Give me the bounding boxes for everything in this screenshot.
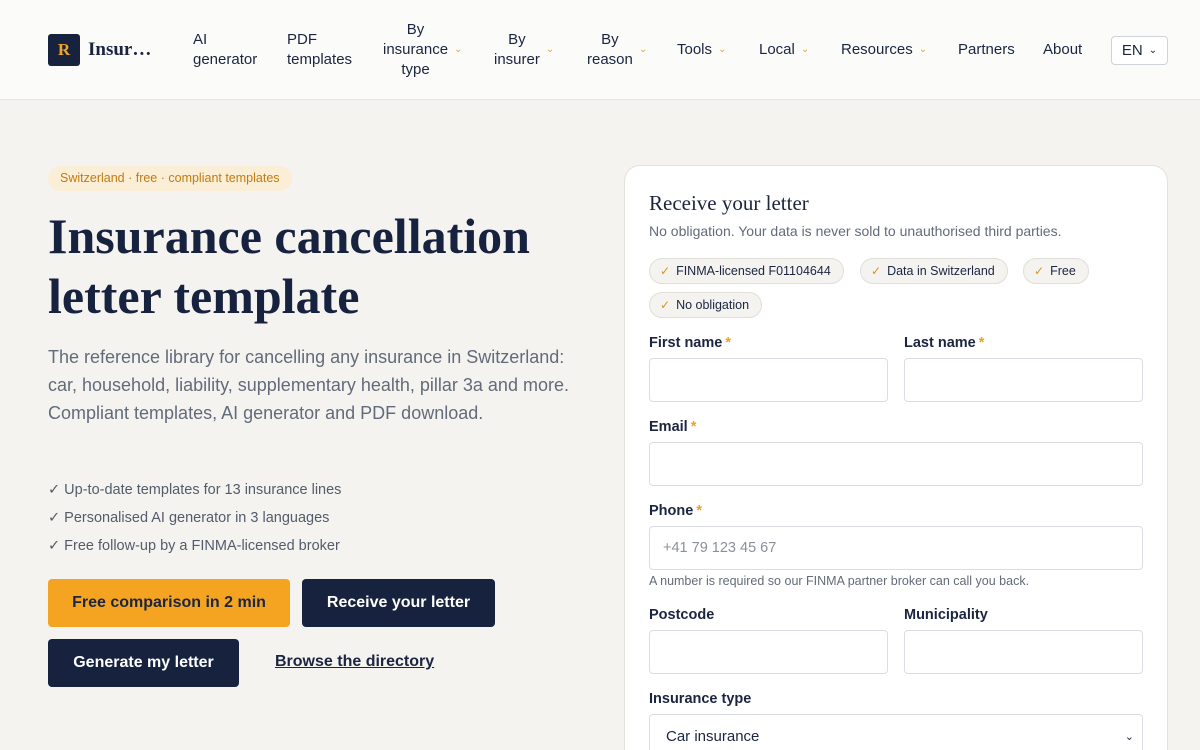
- chip-label: FINMA-licensed F01104644: [676, 264, 831, 278]
- logo-text: Insurance: [88, 39, 160, 60]
- language-select[interactable]: EN ⌄: [1111, 36, 1168, 65]
- nav-ai-generator[interactable]: AI generator: [193, 30, 257, 70]
- nav-label: By reason: [587, 31, 633, 68]
- insurance-type-label: Insurance type: [649, 691, 751, 707]
- chip-label: Free: [1050, 264, 1076, 278]
- email-label: Email *: [649, 419, 696, 435]
- nav-by-reason[interactable]: By reason ⌄: [587, 30, 647, 70]
- first-name-input[interactable]: [649, 358, 888, 402]
- postcode-input[interactable]: [649, 630, 888, 674]
- feature-item: ✓ Up-to-date templates for 13 insurance …: [48, 482, 342, 498]
- free-comparison-button[interactable]: Free comparison in 2 min: [48, 579, 290, 627]
- nav-label: Tools: [677, 41, 713, 58]
- browse-directory-link[interactable]: Browse the directory: [275, 653, 434, 671]
- phone-label: Phone *: [649, 503, 702, 519]
- nav-about[interactable]: About: [1043, 40, 1082, 60]
- hero-description: The reference library for cancelling any…: [48, 347, 569, 423]
- last-name-input[interactable]: [904, 358, 1143, 402]
- first-name-label: First name *: [649, 335, 731, 351]
- check-icon: ✓: [660, 264, 671, 278]
- label-text: First name: [649, 335, 723, 351]
- generate-letter-button[interactable]: Generate my letter: [48, 639, 239, 687]
- nav-label: By insurer: [494, 31, 540, 68]
- label-text: Postcode: [649, 607, 715, 623]
- receive-letter-button[interactable]: Receive your letter: [302, 579, 495, 627]
- label-text: Phone: [649, 503, 694, 519]
- chevron-down-icon: ⌄: [1148, 45, 1158, 56]
- check-icon: ✓: [871, 264, 882, 278]
- nav-tools[interactable]: Tools ⌄: [677, 40, 726, 60]
- logo-mark: R: [48, 34, 80, 66]
- postcode-label: Postcode: [649, 607, 714, 623]
- check-icon: ✓: [1034, 264, 1045, 278]
- page-title: Insurance cancellation letter template: [48, 208, 530, 324]
- nav-partners[interactable]: Partners: [958, 40, 1015, 60]
- check-icon: ✓: [660, 298, 671, 312]
- nav-by-insurance-type[interactable]: By insurance type ⌄: [383, 20, 462, 80]
- chevron-down-icon: ⌄: [638, 44, 648, 55]
- label-text: Last name: [904, 335, 976, 351]
- trust-chip: ✓ FINMA-licensed F01104644: [649, 258, 844, 284]
- hero-tag: Switzerland · free · compliant templates: [48, 166, 292, 191]
- label-text: Municipality: [904, 607, 988, 623]
- trust-chip: ✓ Free: [1023, 258, 1089, 284]
- nav-label: Resources: [841, 41, 913, 58]
- site-header: R Insurance AI generator PDF templates B…: [0, 0, 1200, 100]
- nav-label: Local: [759, 41, 795, 58]
- required-mark: *: [696, 503, 702, 519]
- required-mark: *: [725, 335, 731, 351]
- chevron-down-icon: ⌄: [1124, 730, 1134, 743]
- insurance-type-select[interactable]: Car insurance ⌄: [649, 714, 1143, 750]
- municipality-label: Municipality: [904, 607, 988, 623]
- chevron-down-icon: ⌄: [545, 44, 555, 55]
- language-value: EN: [1121, 42, 1143, 59]
- label-text: Email: [649, 419, 688, 435]
- required-mark: *: [978, 335, 985, 351]
- label-text: Insurance type: [649, 691, 752, 707]
- trust-chip: ✓ Data in Switzerland: [860, 258, 1008, 284]
- nav-label: PDF templates: [287, 31, 353, 68]
- phone-hint: A number is required so our FINMA partne…: [649, 574, 1030, 588]
- chip-label: No obligation: [676, 298, 750, 312]
- nav-pdf-templates[interactable]: PDF templates: [287, 30, 352, 70]
- email-input[interactable]: [649, 442, 1143, 486]
- phone-input[interactable]: [649, 526, 1143, 570]
- feature-item: ✓ Personalised AI generator in 3 languag…: [48, 510, 330, 526]
- chevron-down-icon: ⌄: [454, 44, 463, 55]
- nav-by-insurer[interactable]: By insurer ⌄: [494, 30, 554, 70]
- last-name-label: Last name *: [904, 335, 984, 351]
- form-title: Receive your letter: [649, 191, 809, 215]
- feature-item: ✓ Free follow-up by a FINMA-licensed bro…: [48, 538, 340, 554]
- feature-list: ✓ Up-to-date templates for 13 insurance …: [48, 476, 341, 560]
- municipality-input[interactable]: [904, 630, 1143, 674]
- chevron-down-icon: ⌄: [718, 44, 727, 55]
- nav-label: By insurance type: [383, 21, 449, 78]
- nav-label: Partners: [958, 41, 1015, 58]
- chevron-down-icon: ⌄: [800, 44, 810, 55]
- required-mark: *: [690, 419, 697, 435]
- nav-label: About: [1043, 41, 1083, 58]
- trust-chip: ✓ No obligation: [649, 292, 763, 318]
- chip-label: Data in Switzerland: [887, 264, 995, 278]
- chevron-down-icon: ⌄: [918, 44, 928, 55]
- nav-resources[interactable]: Resources ⌄: [841, 40, 927, 60]
- logo[interactable]: R Insurance: [48, 34, 160, 66]
- form-subtitle: No obligation. Your data is never sold t…: [649, 223, 1062, 239]
- nav-label: AI generator: [193, 31, 258, 68]
- select-value: Car insurance: [666, 727, 760, 745]
- nav-local[interactable]: Local ⌄: [759, 40, 809, 60]
